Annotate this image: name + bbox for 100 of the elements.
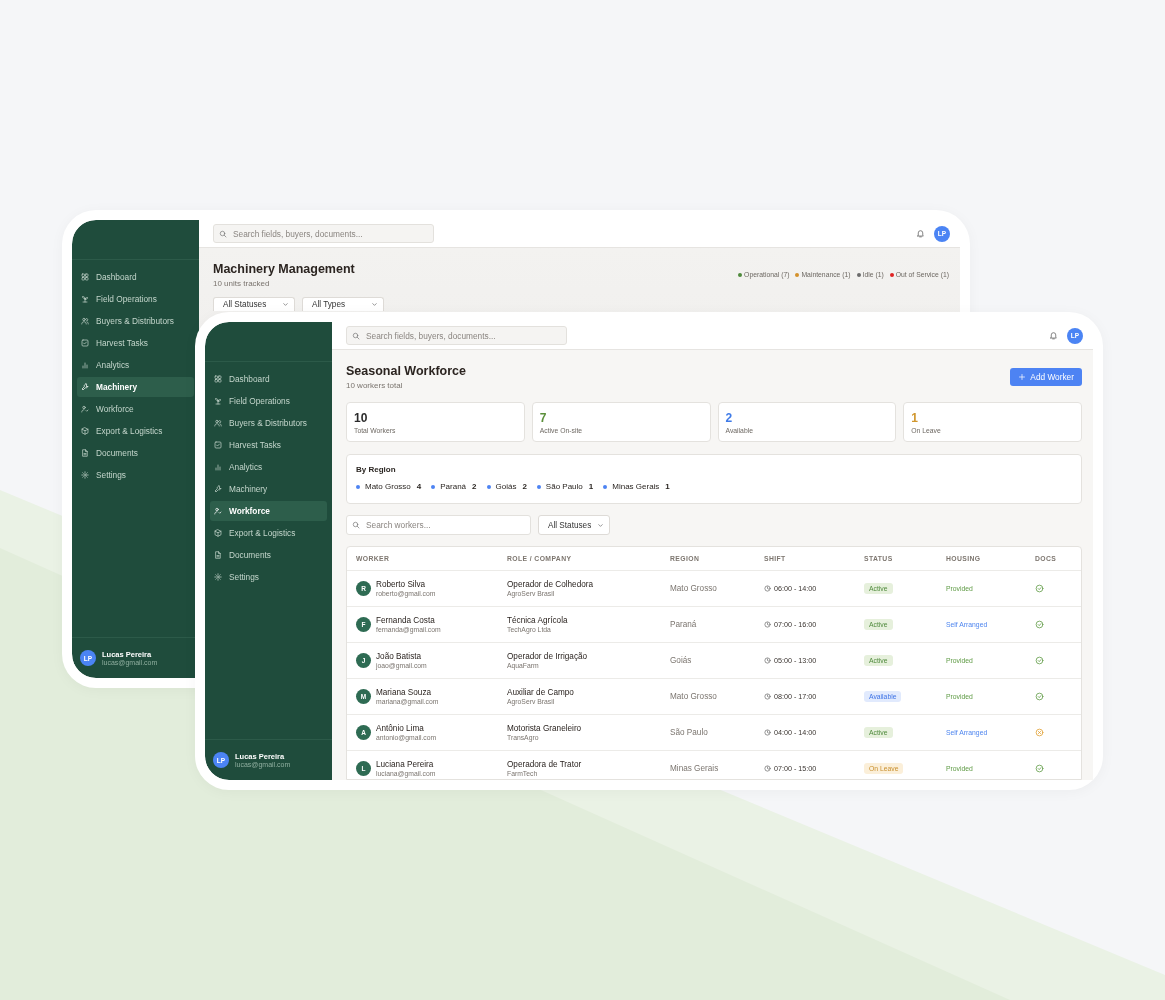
box-icon [81, 427, 89, 435]
region-name: Minas Gerais [612, 482, 660, 491]
worker-name: Mariana Souza [376, 688, 432, 697]
sprout-icon [81, 295, 89, 303]
region-count: 2 [472, 482, 477, 491]
region-name: Paraná [440, 482, 467, 491]
grid-icon [214, 375, 222, 383]
gear-icon [81, 471, 89, 479]
table-cell: Goiás [670, 656, 692, 665]
table-cell: São Paulo [670, 728, 708, 737]
add-worker-button[interactable]: Add Worker [1010, 368, 1082, 386]
worker-name: Fernanda Costa [376, 616, 435, 625]
nav-item[interactable]: Documents [210, 545, 327, 565]
wrench-icon [214, 485, 222, 493]
clock-icon [764, 585, 771, 592]
bullet-dot [431, 484, 436, 489]
stat-value: 2 [725, 411, 734, 425]
page-subtitle: 10 units tracked [213, 279, 271, 288]
document-icon [214, 551, 222, 559]
table-cell: Paraná [670, 620, 697, 629]
page-title: Machinery Management [213, 262, 355, 276]
bullet-dot [603, 484, 608, 489]
region-name: Goiás [495, 482, 517, 491]
chevron-down-icon [282, 301, 289, 308]
nav-item[interactable]: Field Operations [210, 391, 327, 411]
region-name: Mato Grosso [365, 482, 411, 491]
stat-value: 10 [354, 411, 369, 425]
box-icon [214, 529, 222, 537]
bell-icon [916, 229, 925, 238]
worker-name: Luciana Pereira [376, 760, 434, 769]
worker-name: Antônio Lima [376, 724, 424, 733]
bullet-dot [486, 484, 491, 489]
role-name: Operador de Colhedora [507, 580, 594, 589]
filter-dropdown[interactable]: All Statuses [213, 297, 295, 311]
region-count: 1 [665, 482, 670, 491]
nav-item[interactable]: Buyers & Distributors [210, 413, 327, 433]
bar-chart-icon [214, 463, 222, 471]
table-cell: Minas Gerais [670, 764, 719, 773]
plus-icon [1018, 373, 1027, 381]
nav-item[interactable]: Settings [77, 465, 194, 485]
worker-name: João Batista [376, 652, 422, 661]
bullet-dot [536, 484, 541, 489]
stat-value: 7 [539, 411, 548, 425]
chevron-down-icon [371, 301, 378, 308]
nav-item[interactable]: Machinery [77, 377, 194, 397]
status-dropdown[interactable]: All Statuses [538, 515, 611, 535]
nav-item[interactable]: Harvest Tasks [77, 333, 194, 353]
nav-item[interactable]: Documents [77, 443, 194, 463]
nav-item[interactable]: Dashboard [77, 267, 194, 287]
bar-chart-icon [81, 361, 89, 369]
wrench-icon [81, 383, 89, 391]
nav-item[interactable]: Analytics [210, 457, 327, 477]
page-subtitle: 10 workers total [346, 381, 404, 390]
region-count: 4 [416, 482, 422, 491]
region-count: 1 [588, 482, 594, 491]
grid-icon [81, 273, 89, 281]
nav-item[interactable]: Export & Logistics [77, 421, 194, 441]
card-title: By Region [356, 465, 397, 474]
document-icon [81, 449, 89, 457]
nav-item[interactable]: Buyers & Distributors [77, 311, 194, 331]
page-title: Seasonal Workforce [346, 364, 466, 378]
nav-item[interactable]: Machinery [210, 479, 327, 499]
clock-icon [764, 765, 771, 772]
role-name: Motorista Graneleiro [507, 724, 582, 733]
role-name: Operador de Irrigação [507, 652, 588, 661]
sprout-icon [214, 397, 222, 405]
stat-value: 1 [911, 411, 919, 425]
chevron-down-icon [597, 521, 605, 529]
clock-icon [764, 693, 771, 700]
nav-item[interactable]: Settings [210, 567, 327, 587]
search-field[interactable]: Search fields, buyers, documents... [213, 224, 434, 243]
role-name: Técnica Agrícola [507, 616, 568, 625]
table-cell: Mato Grosso [670, 584, 717, 593]
nav-item[interactable]: Field Operations [77, 289, 194, 309]
clock-icon [764, 729, 771, 736]
users-icon [81, 317, 89, 325]
role-name: Operadora de Trator [507, 760, 582, 769]
search-field[interactable]: Search fields, buyers, documents... [346, 326, 567, 345]
user-icon [81, 405, 89, 413]
nav-item[interactable]: Workforce [210, 501, 327, 521]
search-field[interactable]: Search workers... [346, 515, 531, 535]
clock-icon [764, 621, 771, 628]
users-icon [214, 419, 222, 427]
nav-item[interactable]: Export & Logistics [210, 523, 327, 543]
checkbox-icon [81, 339, 89, 347]
nav-item[interactable]: Dashboard [210, 369, 327, 389]
region-count: 2 [522, 482, 527, 491]
nav-item[interactable]: Harvest Tasks [210, 435, 327, 455]
checkbox-icon [214, 441, 222, 449]
user-icon [214, 507, 222, 515]
bell-icon [1049, 331, 1058, 340]
region-name: São Paulo [545, 482, 583, 491]
worker-name: Roberto Silva [376, 580, 426, 589]
nav-item[interactable]: Analytics [77, 355, 194, 375]
clock-icon [764, 657, 771, 664]
nav-item[interactable]: Workforce [77, 399, 194, 419]
table-cell: Mato Grosso [670, 692, 717, 701]
role-name: Auxiliar de Campo [507, 688, 574, 697]
filter-dropdown[interactable]: All Types [302, 297, 384, 311]
gear-icon [214, 573, 222, 581]
